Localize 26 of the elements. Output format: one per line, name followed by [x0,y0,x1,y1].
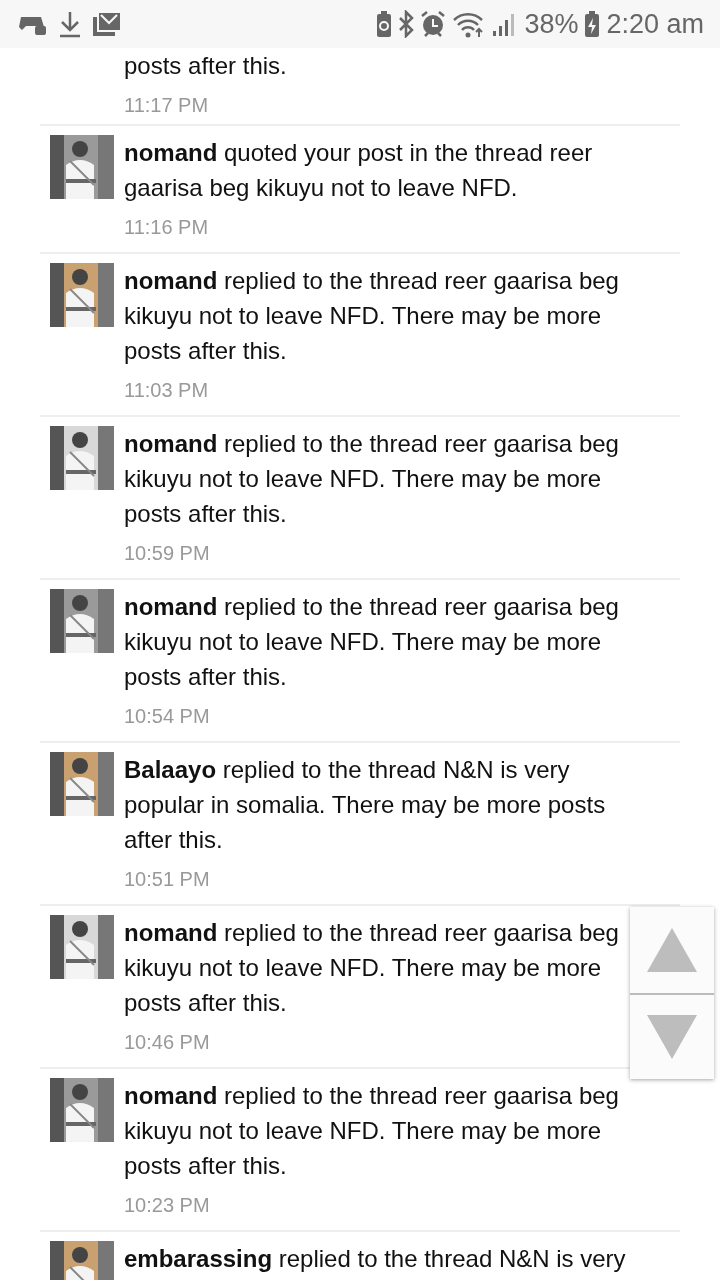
battery-charging-icon [584,10,601,38]
alert-time: 10:51 PM [124,867,210,892]
battery-saver-icon [376,10,393,38]
alert-time: 10:46 PM [124,1030,210,1055]
alert-message[interactable]: embarassing replied to the thread N&N is very [124,1241,655,1276]
download-icon [58,10,82,38]
alert-time: 11:17 PM [124,93,209,118]
mail-icon [92,11,122,37]
alert-time: 10:23 PM [124,1193,210,1218]
alert-message[interactable]: nomand quoted your post in the thread reer gaarisa beg kikuyu not to leave NFD. [124,135,655,205]
alert-message[interactable]: nomand replied to the thread reer gaarisa beg kikuyu not to leave NFD. There may be more posts after this. [124,1078,655,1183]
alert-message[interactable]: posts after this. [124,48,655,83]
up-triangle-icon [647,928,697,972]
alert-message[interactable]: Balaayo replied to the thread N&N is very popular in somalia. There may be more posts after this. [124,752,655,857]
alert-time: 10:54 PM [124,704,210,729]
alert-message[interactable]: nomand replied to the thread reer gaarisa beg kikuyu not to leave NFD. There may be more posts after this. [124,263,655,368]
bluetooth-icon [398,10,415,38]
alert-message[interactable]: nomand replied to the thread reer gaarisa beg kikuyu not to leave NFD. There may be more posts after this. [124,426,655,531]
clock-time: 2:20 am [606,8,704,40]
alert-time: 10:59 PM [124,541,210,566]
battery-percent: 38% [524,8,579,40]
alert-time: 11:16 PM [124,215,209,240]
alert-message[interactable]: nomand replied to the thread reer gaarisa beg kikuyu not to leave NFD. There may be more posts after this. [124,589,655,694]
alert-time: 11:03 PM [124,378,209,403]
down-triangle-icon [647,1015,697,1059]
alarm-icon [420,10,447,38]
